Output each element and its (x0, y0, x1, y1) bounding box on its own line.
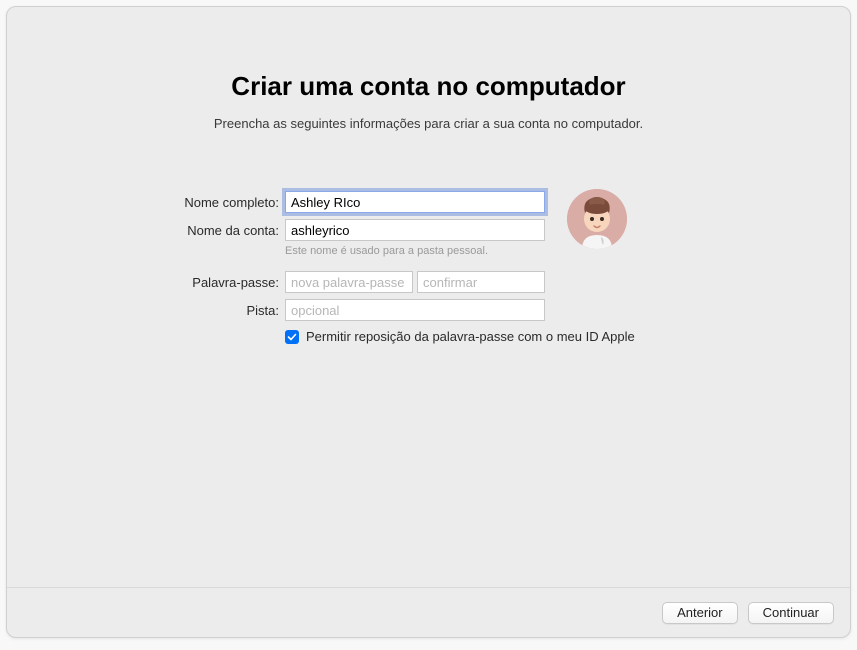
page-subtitle: Preencha as seguintes informações para c… (7, 116, 850, 131)
full-name-input[interactable] (285, 191, 545, 213)
page-title: Criar uma conta no computador (7, 71, 850, 102)
account-name-help: Este nome é usado para a pasta pessoal. (285, 245, 717, 257)
password-input[interactable] (285, 271, 413, 293)
password-label: Palavra-passe: (117, 275, 285, 290)
continue-button[interactable]: Continuar (748, 602, 834, 624)
content-area: Criar uma conta no computador Preencha a… (7, 7, 850, 587)
back-button[interactable]: Anterior (662, 602, 738, 624)
setup-assistant-window: Criar uma conta no computador Preencha a… (6, 6, 851, 638)
account-name-label: Nome da conta: (117, 223, 285, 238)
account-form: Nome completo: Nome da conta: Este nome … (117, 191, 717, 344)
allow-reset-label: Permitir reposição da palavra-passe com … (306, 329, 635, 344)
full-name-label: Nome completo: (117, 195, 285, 210)
footer-bar: Anterior Continuar (7, 587, 850, 637)
password-confirm-input[interactable] (417, 271, 545, 293)
allow-reset-checkbox[interactable] (285, 330, 299, 344)
avatar[interactable] (567, 189, 627, 249)
account-name-input[interactable] (285, 219, 545, 241)
hint-input[interactable] (285, 299, 545, 321)
hint-label: Pista: (117, 303, 285, 318)
